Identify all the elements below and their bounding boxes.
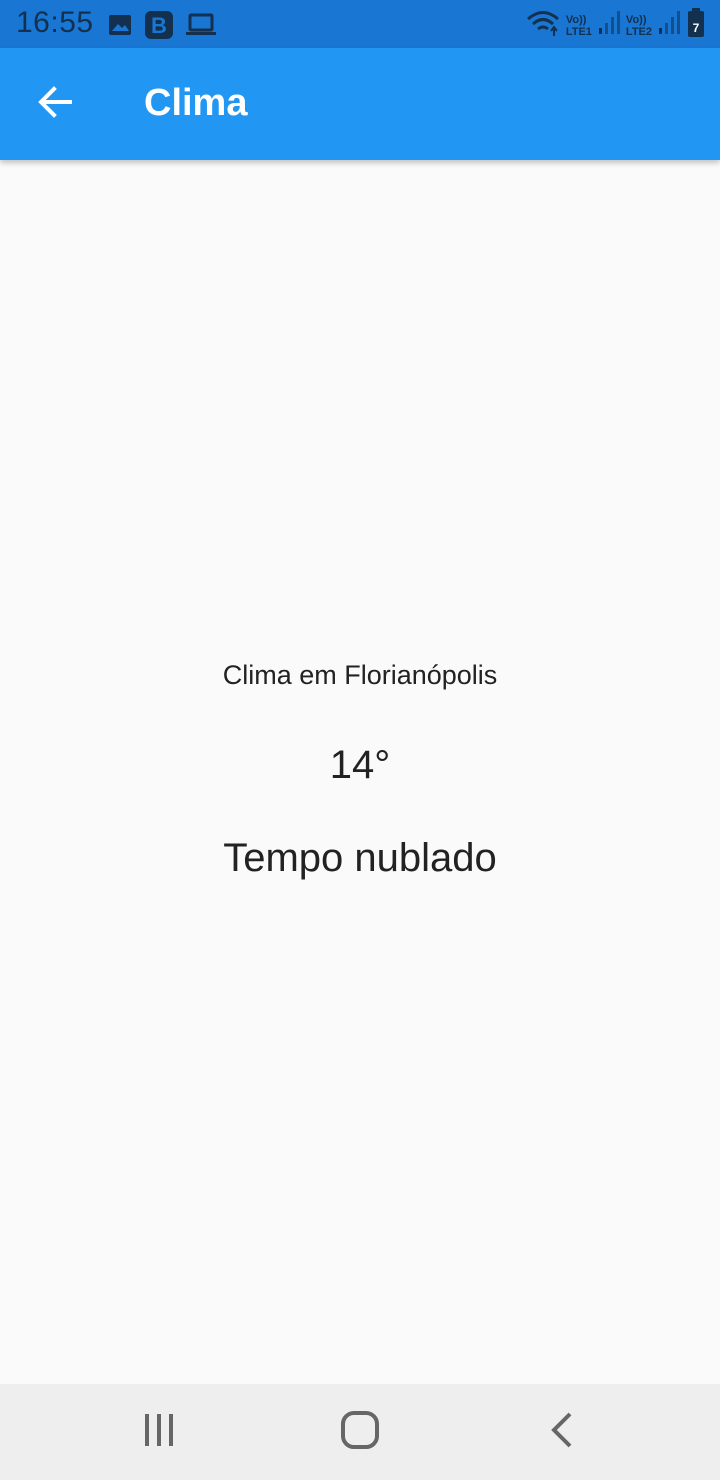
status-time: 16:55 [16,6,94,39]
app-bar: Clima [0,48,720,160]
sim2-volte: Vo)) [625,13,647,26]
screen: 16:55 B Vo)) LTE1 Vo)) LTE2 7 Clima Clim… [0,0,720,1480]
nav-back-button[interactable] [532,1402,592,1462]
signal-icon [658,10,680,41]
back-button[interactable] [28,76,84,132]
navigation-bar [0,1384,720,1480]
recent-apps-button[interactable] [129,1402,189,1462]
page-title: Clima [144,82,248,124]
wifi-icon [526,9,560,42]
battery-icon: 7 [686,8,706,43]
sim1-label: Vo)) LTE1 [566,14,592,38]
temperature-value: 14° [329,743,391,787]
status-bar: 16:55 B Vo)) LTE1 Vo)) LTE2 7 [0,0,720,48]
weather-condition: Tempo nublado [223,836,497,880]
battery-level: 7 [693,21,700,35]
back-icon [544,1412,580,1453]
signal-icon [598,10,620,41]
sim1-lte: LTE1 [565,25,592,38]
city-label: Clima em Florianópolis [222,660,498,690]
svg-text:B: B [151,13,167,38]
sim2-lte: LTE2 [625,25,652,38]
laptop-icon [186,13,216,42]
recent-apps-icon [141,1412,177,1453]
sim2-label: Vo)) LTE2 [626,14,652,38]
main-content: Clima em Florianópolis 14° Tempo nublado [0,160,720,1384]
sim1-volte: Vo)) [565,13,587,26]
status-right-icons: Vo)) LTE1 Vo)) LTE2 7 [526,8,706,43]
image-icon [108,13,132,42]
arrow-back-icon [38,84,74,125]
home-button[interactable] [330,1402,390,1462]
b-app-icon: B [144,10,174,45]
status-left-icons: B [108,10,216,45]
home-icon [340,1410,380,1455]
